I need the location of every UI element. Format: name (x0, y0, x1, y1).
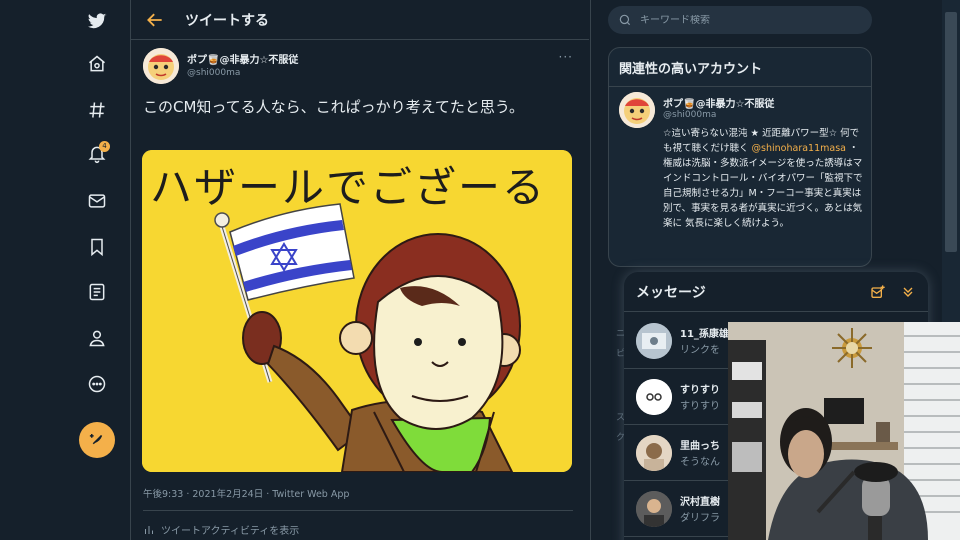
bio-mention-link[interactable]: @shinohara11masa (752, 143, 846, 154)
tweet-activity-link[interactable]: ツイートアクティビティを表示 (143, 522, 299, 537)
tweet-author: ポプ🥃@非暴力☆不服従 @shi000ma ··· (143, 48, 577, 84)
more-circle-icon[interactable] (82, 369, 112, 399)
collapse-chevron-icon[interactable] (900, 284, 916, 300)
search-icon (619, 14, 631, 26)
messages-envelope-icon[interactable] (82, 186, 112, 216)
bar-chart-icon (145, 525, 153, 534)
more-options-icon[interactable]: ··· (559, 50, 573, 64)
conversation-preview: ダリフラ (680, 513, 720, 524)
conversation-preview: すりすり (680, 401, 720, 412)
conversation-avatar (636, 323, 672, 359)
tweet-timestamp[interactable]: 午後9:33 · 2021年2月24日 · Twitter Web App (143, 486, 349, 500)
related-accounts-panel: 関連性の高いアカウント ポプ🥃@非暴力☆不服従 @shi000ma ☆這い寄らな… (608, 47, 872, 267)
author-name[interactable]: ポプ🥃@非暴力☆不服従 (187, 51, 298, 66)
related-account-handle[interactable]: @shi000ma (663, 110, 716, 120)
messages-title: メッセージ (636, 284, 706, 301)
bio-text: ・権威は洗脳・多数派イメージを使った誘導はマインドコントロール・バイオパワー「監… (663, 143, 863, 229)
webcam-overlay (728, 322, 960, 540)
conversation-avatar (636, 379, 672, 415)
page-title: ツイートする (185, 12, 269, 29)
conversation-avatar (636, 435, 672, 471)
related-accounts-title: 関連性の高いアカウント (619, 62, 763, 77)
tweet-detail-column: ツイートする ポプ🥃@非暴力☆不服従 @shi000ma ··· このCM知って… (131, 0, 589, 540)
image-caption: ハザールでござーる (150, 163, 546, 212)
left-nav: 4 (70, 0, 130, 540)
search-bar[interactable] (608, 6, 872, 34)
author-handle[interactable]: @shi000ma (187, 68, 240, 78)
conversation-name: 沢村直樹 (680, 497, 720, 508)
feather-plus-icon (89, 434, 103, 445)
conversation-name: すりすり (680, 385, 720, 396)
messages-header[interactable]: メッセージ (624, 272, 928, 312)
related-account-name[interactable]: ポプ🥃@非暴力☆不服従 (663, 95, 774, 110)
conversation-avatar (636, 491, 672, 527)
tweet-header: ツイートする (131, 0, 589, 40)
new-message-icon[interactable] (870, 284, 886, 300)
conversation-preview: そうなん (680, 457, 720, 468)
panel-divider (609, 86, 871, 87)
explore-hashtag-icon[interactable] (82, 95, 112, 125)
lists-icon[interactable] (82, 277, 112, 307)
compose-tweet-button[interactable] (79, 422, 115, 458)
related-account-avatar[interactable] (619, 92, 655, 128)
twitter-logo-icon[interactable] (82, 6, 112, 36)
related-account-bio: ☆這い寄らない混沌 ★ 近距離パワー型☆ 何でも視て聴くだけ聴く @shinoh… (663, 126, 863, 231)
notifications-bell-icon[interactable]: 4 (82, 139, 112, 169)
scrollbar-thumb[interactable] (945, 12, 957, 252)
search-input[interactable] (640, 14, 840, 26)
conversation-name: 里曲っち (680, 441, 720, 452)
tweet-text: このCM知ってる人なら、これぱっかり考えてたと思う。 (143, 98, 525, 116)
column-divider (590, 0, 591, 540)
conversation-preview: リンクを (680, 345, 720, 356)
notification-badge: 4 (99, 141, 110, 152)
home-icon[interactable] (82, 49, 112, 79)
tweet-divider (143, 510, 573, 511)
profile-icon[interactable] (82, 323, 112, 353)
tweet-image[interactable]: ハザールでござーる (142, 150, 572, 472)
activity-label: ツイートアクティビティを表示 (161, 526, 300, 537)
conversation-name: 11_孫康雄 (680, 329, 729, 340)
back-arrow-icon[interactable] (145, 10, 165, 30)
bookmarks-icon[interactable] (82, 232, 112, 262)
author-avatar[interactable] (143, 48, 179, 84)
